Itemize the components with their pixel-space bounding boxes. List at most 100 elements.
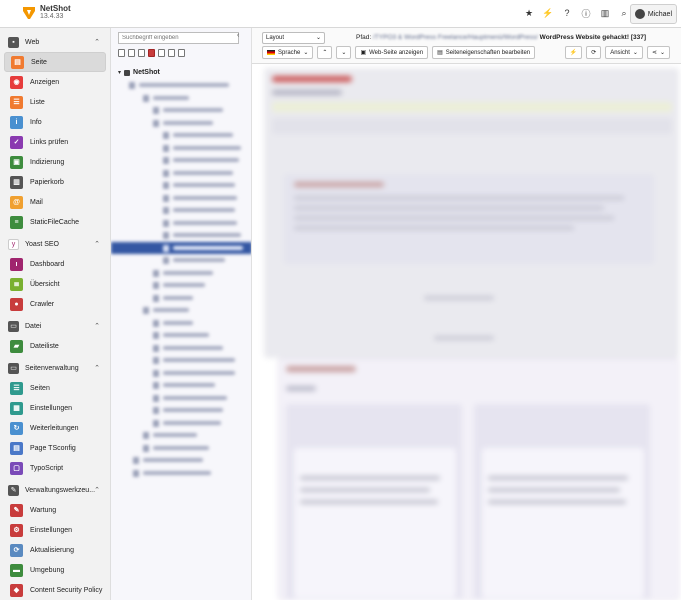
share-icon: ⋖ xyxy=(651,50,657,56)
chevron-up-icon[interactable]: ⌃ xyxy=(94,322,100,330)
tree-node[interactable] xyxy=(111,179,251,192)
content-area: Layout ⌄ Pfad: /TYPO3 & WordPress Freela… xyxy=(252,28,681,600)
help-icon[interactable]: ? xyxy=(562,8,572,18)
tree-node[interactable] xyxy=(111,342,251,355)
tree-node[interactable] xyxy=(111,204,251,217)
module-item-seiten[interactable]: ☰ Seiten xyxy=(4,378,106,398)
tree-node[interactable] xyxy=(111,217,251,230)
tree-node[interactable] xyxy=(111,279,251,292)
module-group-verwaltungswerkzeu[interactable]: ✎ Verwaltungswerkzeu... ⌃ xyxy=(0,480,110,500)
module-item-crawler[interactable]: ● Crawler xyxy=(4,294,106,314)
module-group-web[interactable]: ▪ Web ⌃ xyxy=(0,32,110,52)
tree-node[interactable] xyxy=(111,317,251,330)
module-item-übersicht[interactable]: ≣ Übersicht xyxy=(4,274,106,294)
tree-node[interactable] xyxy=(111,467,251,480)
module-item-einstellungen[interactable]: ▦ Einstellungen xyxy=(4,398,106,418)
module-item-anzeigen[interactable]: ◉ Anzeigen xyxy=(4,72,106,92)
tree-node[interactable] xyxy=(111,292,251,305)
module-group-datei[interactable]: ▭ Datei ⌃ xyxy=(0,316,110,336)
module-group-seitenverwaltung[interactable]: ▭ Seitenverwaltung ⌃ xyxy=(0,358,110,378)
new-shortcut-icon[interactable] xyxy=(138,49,145,57)
tree-node[interactable] xyxy=(111,92,251,105)
reload-button[interactable]: ⟳ xyxy=(586,46,602,59)
module-item-seite[interactable]: ▤ Seite xyxy=(4,52,106,72)
module-label: Aktualisierung xyxy=(30,546,74,554)
edit-page-properties-button[interactable]: ▤ Seiteneigenschaften bearbeiten xyxy=(432,46,536,59)
tree-node[interactable] xyxy=(111,267,251,280)
tree-node[interactable] xyxy=(111,167,251,180)
expand-chevron-icon[interactable]: ▾ xyxy=(118,69,121,76)
clear-cache-button[interactable]: ⚡ xyxy=(564,46,583,59)
tree-node[interactable] xyxy=(111,129,251,142)
tree-node[interactable] xyxy=(111,454,251,467)
user-menu-button[interactable]: Michael xyxy=(629,4,677,24)
module-item-dateiliste[interactable]: ▰ Dateiliste xyxy=(4,336,106,356)
system-info-icon[interactable]: ⓘ xyxy=(581,8,591,19)
tree-node[interactable] xyxy=(111,192,251,205)
tree-node[interactable] xyxy=(111,429,251,442)
new-separator-icon[interactable] xyxy=(178,49,185,57)
tree-node[interactable] xyxy=(111,354,251,367)
new-sysfolder-icon[interactable] xyxy=(148,49,155,57)
language-select-button[interactable]: Sprache ⌄ xyxy=(262,46,314,59)
view-webpage-button[interactable]: ▣ Web-Seite anzeigen xyxy=(355,46,429,59)
tree-node[interactable] xyxy=(111,254,251,267)
chevron-up-icon[interactable]: ⌃ xyxy=(94,486,100,494)
module-item-indizierung[interactable]: ▣ Indizierung xyxy=(4,152,106,172)
move-up-button[interactable]: ⌃ xyxy=(317,46,333,59)
tree-node[interactable] xyxy=(111,229,251,242)
share-button[interactable]: ⋖ ⌄ xyxy=(646,46,670,59)
move-down-button[interactable]: ⌄ xyxy=(336,46,352,59)
module-item-aktualisierung[interactable]: ⟳ Aktualisierung xyxy=(4,540,106,560)
tree-node[interactable] xyxy=(111,104,251,117)
module-item-staticfilecache[interactable]: ≡ StaticFileCache xyxy=(4,212,106,232)
open-docs-icon[interactable]: ▥ xyxy=(600,8,610,18)
bookmark-star-icon[interactable]: ★ xyxy=(524,8,534,18)
module-item-links-prüfen[interactable]: ✓ Links prüfen xyxy=(4,132,106,152)
tree-node-label xyxy=(173,195,237,200)
module-item-umgebung[interactable]: ▬ Umgebung xyxy=(4,560,106,580)
tree-node[interactable] xyxy=(111,442,251,455)
tree-node[interactable] xyxy=(111,379,251,392)
tree-node[interactable] xyxy=(111,367,251,380)
new-page-icon[interactable] xyxy=(118,49,125,57)
tree-node[interactable] xyxy=(111,329,251,342)
chevron-up-icon[interactable]: ⌃ xyxy=(94,38,100,46)
module-item-content-security-policy[interactable]: ◆ Content Security Policy xyxy=(4,580,106,600)
module-item-page-tsconfig[interactable]: ▤ Page TSconfig xyxy=(4,438,106,458)
app-logo-icon[interactable] xyxy=(22,6,36,20)
tree-node[interactable] xyxy=(111,304,251,317)
chevron-down-icon: ⌄ xyxy=(303,50,309,56)
view-dropdown-button[interactable]: Ansicht ⌄ xyxy=(605,46,643,59)
tree-node[interactable] xyxy=(111,117,251,130)
new-link-icon[interactable] xyxy=(158,49,165,57)
chevron-up-icon[interactable]: ⌃ xyxy=(94,240,100,248)
tree-node[interactable] xyxy=(111,404,251,417)
search-icon[interactable]: ⌕ xyxy=(619,8,629,18)
new-mountpoint-icon[interactable] xyxy=(168,49,175,57)
page-icon xyxy=(153,107,159,114)
collapse-tree-chevron-icon[interactable]: ‹ xyxy=(237,32,239,39)
chevron-up-icon[interactable]: ⌃ xyxy=(94,364,100,372)
page-tree-search-input[interactable] xyxy=(118,32,239,44)
tree-node[interactable] xyxy=(111,417,251,430)
module-group-yoast-seo[interactable]: y Yoast SEO ⌃ xyxy=(0,234,110,254)
tree-node[interactable] xyxy=(111,142,251,155)
new-folder-icon[interactable] xyxy=(128,49,135,57)
module-item-wartung[interactable]: ✎ Wartung xyxy=(4,500,106,520)
module-item-typoscript[interactable]: ▢ TypoScript xyxy=(4,458,106,478)
module-item-weiterleitungen[interactable]: ↻ Weiterleitungen xyxy=(4,418,106,438)
layout-select[interactable]: Layout ⌄ xyxy=(262,32,325,44)
clear-cache-bolt-icon[interactable]: ⚡ xyxy=(542,8,553,18)
tree-node[interactable] xyxy=(111,154,251,167)
module-item-mail[interactable]: @ Mail xyxy=(4,192,106,212)
tree-node-selected[interactable] xyxy=(111,241,251,254)
tree-root-node[interactable]: ▾ NetShot xyxy=(118,69,160,76)
module-item-info[interactable]: i Info xyxy=(4,112,106,132)
tree-node[interactable] xyxy=(111,79,251,92)
module-item-dashboard[interactable]: ı Dashboard xyxy=(4,254,106,274)
tree-node[interactable] xyxy=(111,392,251,405)
module-item-einstellungen[interactable]: ⚙ Einstellungen xyxy=(4,520,106,540)
module-item-liste[interactable]: ☰ Liste xyxy=(4,92,106,112)
module-item-papierkorb[interactable]: ▥ Papierkorb xyxy=(4,172,106,192)
